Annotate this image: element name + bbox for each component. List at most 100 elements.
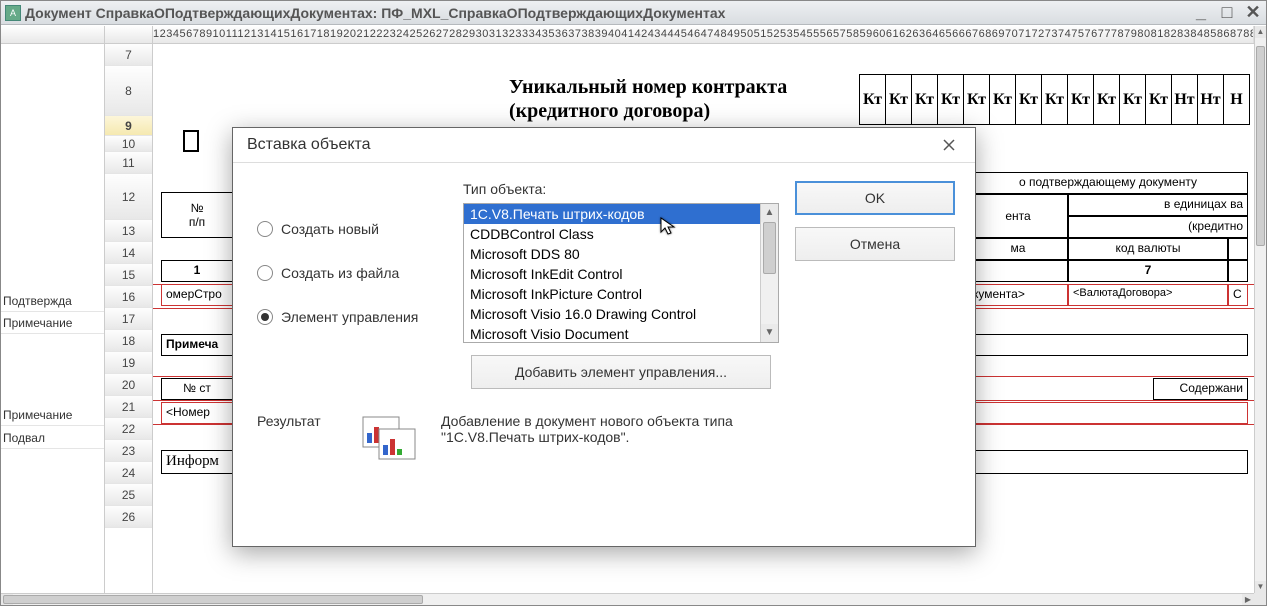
list-item[interactable]: Microsoft DDS 80 bbox=[464, 244, 760, 264]
list-item[interactable]: Microsoft InkEdit Control bbox=[464, 264, 760, 284]
cell-blank22 bbox=[968, 450, 1248, 474]
cell-blank20 bbox=[968, 402, 1248, 424]
type-column: Тип объекта: 1С.V8.Печать штрих-кодовCDD… bbox=[463, 181, 779, 389]
dialog-title: Вставка объекта bbox=[247, 136, 371, 154]
row-number[interactable]: 19 bbox=[105, 352, 152, 374]
app-icon: A bbox=[5, 5, 21, 21]
kt-cell: Кт bbox=[1016, 75, 1042, 125]
contract-title-line2: (кредитного договора) bbox=[509, 100, 710, 123]
dialog-close-button[interactable] bbox=[937, 133, 961, 157]
header-units: в единицах ва bbox=[1068, 194, 1248, 216]
row-number[interactable]: 11 bbox=[105, 152, 152, 174]
titlebar: A Документ СправкаОПодтверждающихДокумен… bbox=[1, 1, 1266, 25]
row-number[interactable]: 22 bbox=[105, 418, 152, 440]
section-label: Примечание bbox=[1, 312, 104, 334]
vertical-scrollbar[interactable]: ▲ ▼ bbox=[1254, 26, 1266, 593]
listbox-scroll-down[interactable]: ▼ bbox=[761, 324, 778, 342]
cell-nstr: № ст bbox=[161, 378, 233, 400]
row-number[interactable]: 21 bbox=[105, 396, 152, 418]
radio-icon bbox=[257, 221, 273, 237]
cancel-button[interactable]: Отмена bbox=[795, 227, 955, 261]
scroll-corner bbox=[1254, 593, 1266, 605]
row-number[interactable]: 16 bbox=[105, 286, 152, 308]
scroll-right-arrow[interactable]: ▶ bbox=[1242, 594, 1254, 605]
column-numbers[interactable]: 1234567891011121314151617181920212223242… bbox=[153, 26, 1254, 43]
window-buttons: _ □ ✕ bbox=[1192, 4, 1262, 22]
header-currency-code: код валюты bbox=[1068, 238, 1228, 260]
maximize-button[interactable]: □ bbox=[1218, 4, 1236, 22]
kt-cell: Кт bbox=[964, 75, 990, 125]
scroll-down-arrow[interactable]: ▼ bbox=[1255, 581, 1266, 593]
cell-kumenta: кумента> bbox=[968, 284, 1068, 306]
cell-valuta: <ВалютаДоговора> bbox=[1068, 284, 1228, 306]
value-7: 7 bbox=[1068, 260, 1228, 282]
row-number[interactable]: 10 bbox=[105, 136, 152, 152]
horizontal-scrollbar[interactable]: ◀ ▶ bbox=[1, 593, 1254, 605]
section-label: Подтвержда bbox=[1, 290, 104, 312]
contract-title-line1: Уникальный номер контракта bbox=[509, 76, 787, 99]
listbox-scroll-up[interactable]: ▲ bbox=[761, 204, 778, 222]
radio-create-new[interactable]: Создать новый bbox=[257, 207, 447, 251]
row-number[interactable]: 17 bbox=[105, 308, 152, 330]
radio-control-element[interactable]: Элемент управления bbox=[257, 295, 447, 339]
cell-nomerstroki: омерСтро bbox=[161, 284, 233, 306]
dialog-body: Создать новый Создать из файла Элемент у… bbox=[233, 163, 975, 389]
list-item[interactable]: CDDBControl Class bbox=[464, 224, 760, 244]
close-button[interactable]: ✕ bbox=[1244, 4, 1262, 22]
add-control-button[interactable]: Добавить элемент управления... bbox=[471, 355, 771, 389]
result-text: Добавление в документ нового объекта тип… bbox=[441, 413, 821, 463]
kt-cell: Кт bbox=[860, 75, 886, 125]
row-number[interactable]: 12 bbox=[105, 174, 152, 220]
row-number[interactable]: 20 bbox=[105, 374, 152, 396]
list-item[interactable]: Microsoft Visio Document bbox=[464, 324, 760, 342]
row-number[interactable]: 23 bbox=[105, 440, 152, 462]
header-np: № п/п bbox=[161, 192, 233, 238]
radio-label: Элемент управления bbox=[281, 309, 418, 325]
list-item[interactable]: Microsoft InkPicture Control bbox=[464, 284, 760, 304]
kt-cell: Кт bbox=[938, 75, 964, 125]
value-blank bbox=[968, 260, 1068, 282]
row-number[interactable]: 24 bbox=[105, 462, 152, 484]
radio-group: Создать новый Создать из файла Элемент у… bbox=[257, 181, 447, 389]
cell-primecha: Примеча bbox=[161, 334, 233, 356]
row-number[interactable]: 9 bbox=[105, 116, 152, 136]
row-number[interactable]: 15 bbox=[105, 264, 152, 286]
minimize-button[interactable]: _ bbox=[1192, 4, 1210, 22]
row-number[interactable]: 14 bbox=[105, 242, 152, 264]
dialog-titlebar: Вставка объекта bbox=[233, 128, 975, 162]
radio-create-from-file[interactable]: Создать из файла bbox=[257, 251, 447, 295]
main-window: A Документ СправкаОПодтверждающихДокумен… bbox=[0, 0, 1267, 606]
hscroll-thumb[interactable] bbox=[3, 595, 423, 604]
header-enta: ента bbox=[968, 194, 1068, 238]
row-number[interactable]: 7 bbox=[105, 44, 152, 66]
list-item[interactable]: Microsoft Visio 16.0 Drawing Control bbox=[464, 304, 760, 324]
result-icon bbox=[361, 413, 421, 463]
row-number[interactable]: 26 bbox=[105, 506, 152, 528]
kt-cell: Кт bbox=[1068, 75, 1094, 125]
radio-icon bbox=[257, 265, 273, 281]
list-item[interactable]: 1С.V8.Печать штрих-кодов bbox=[464, 204, 760, 224]
object-type-listbox[interactable]: 1С.V8.Печать штрих-кодовCDDBControl Clas… bbox=[463, 203, 779, 343]
kt-cell: Кт bbox=[1042, 75, 1068, 125]
kt-cell: Нт bbox=[1198, 75, 1224, 125]
radio-label: Создать новый bbox=[281, 221, 379, 237]
cell-inform: Информ bbox=[161, 450, 241, 474]
listbox-items: 1С.V8.Печать штрих-кодовCDDBControl Clas… bbox=[464, 204, 760, 342]
dialog-buttons: OK Отмена bbox=[795, 181, 955, 389]
row-number[interactable]: 25 bbox=[105, 484, 152, 506]
row-number[interactable]: 18 bbox=[105, 330, 152, 352]
value-blank2 bbox=[1228, 260, 1248, 282]
vscroll-thumb[interactable] bbox=[1256, 46, 1265, 246]
listbox-scrollbar[interactable]: ▲ ▼ bbox=[760, 204, 778, 342]
ruler-corner bbox=[1, 26, 105, 43]
row-number[interactable]: 13 bbox=[105, 220, 152, 242]
scroll-up-arrow[interactable]: ▲ bbox=[1255, 26, 1266, 38]
kt-cell: Кт bbox=[912, 75, 938, 125]
header-ma: ма bbox=[968, 238, 1068, 260]
row-number[interactable]: 8 bbox=[105, 66, 152, 116]
listbox-scroll-thumb[interactable] bbox=[763, 222, 776, 274]
kt-cell: Кт bbox=[1120, 75, 1146, 125]
column-ruler: 1234567891011121314151617181920212223242… bbox=[1, 26, 1254, 44]
type-label: Тип объекта: bbox=[463, 181, 779, 197]
ok-button[interactable]: OK bbox=[795, 181, 955, 215]
